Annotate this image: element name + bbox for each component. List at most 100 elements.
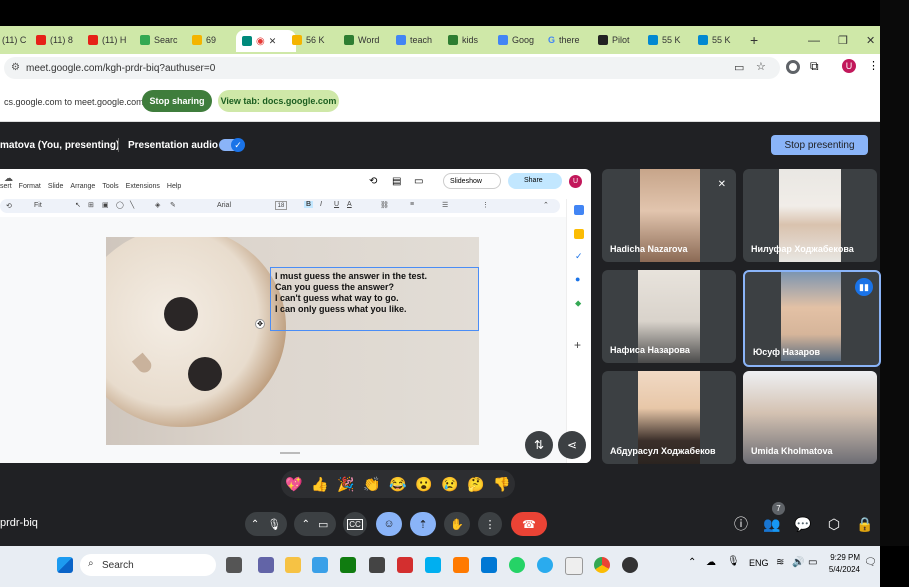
file-explorer-icon[interactable] (285, 557, 301, 573)
menu-item-insert[interactable]: sert (0, 183, 12, 195)
user-avatar[interactable]: U (569, 175, 582, 188)
shape-tool-icon[interactable]: ◯ (116, 201, 124, 209)
close-window-icon[interactable]: ✕ (866, 28, 875, 52)
share-button[interactable]: Share (508, 173, 562, 189)
chat-icon[interactable]: 💬 (792, 513, 814, 535)
add-addon-icon[interactable]: + (574, 338, 581, 352)
select-tool-icon[interactable]: ↖ (75, 201, 81, 209)
fill-color-icon[interactable]: ◈ (155, 201, 160, 209)
browser-tab[interactable]: Pilot (598, 28, 644, 52)
browser-tab-active[interactable]: ◉ ✕ (236, 30, 296, 52)
people-button[interactable]: 👥 (761, 513, 783, 535)
leave-call-button[interactable]: ☎ (511, 512, 547, 536)
activities-icon[interactable]: ⬡ (823, 513, 845, 535)
view-tab-button[interactable]: View tab: docs.google.com (218, 90, 339, 112)
edge-icon[interactable] (481, 557, 497, 573)
notifications-icon[interactable]: 🗨 (864, 557, 877, 568)
browser-tab[interactable]: kids (448, 28, 494, 52)
history-icon[interactable]: ⟲ (369, 176, 377, 187)
share-node-icon[interactable]: ⋖ (558, 431, 586, 459)
telegram-icon[interactable] (537, 557, 553, 573)
menu-item-help[interactable]: Help (167, 183, 181, 195)
menu-item-format[interactable]: Format (19, 183, 41, 195)
new-tab-icon[interactable]: + (750, 28, 764, 52)
reaction-clap-button[interactable]: 👏 (363, 476, 380, 493)
camera-icon[interactable]: ▭ (734, 61, 744, 74)
bookmark-star-icon[interactable]: ☆ (756, 60, 766, 73)
present-button[interactable]: ⇡ (410, 512, 436, 536)
minimize-icon[interactable]: — (808, 28, 820, 52)
chrome-icon[interactable] (594, 557, 610, 573)
reaction-laugh-button[interactable]: 😂 (389, 476, 406, 493)
xbox-icon[interactable] (340, 557, 356, 573)
align-icon[interactable]: ≡ (410, 201, 414, 208)
l-app-icon[interactable] (312, 557, 328, 573)
border-color-icon[interactable]: ✎ (170, 201, 176, 209)
profile-avatar[interactable]: U (842, 59, 856, 73)
browser-tab[interactable]: 69 (192, 28, 232, 52)
site-info-icon[interactable]: ⚙ (11, 62, 20, 73)
mcafee-icon[interactable] (397, 557, 413, 573)
browser-tab[interactable]: 56 K (292, 28, 338, 52)
font-select[interactable]: Arial (217, 202, 231, 209)
link-icon[interactable]: ⛓ (380, 201, 389, 209)
volume-icon[interactable]: 🔊 (792, 557, 804, 568)
captions-button[interactable]: CC (343, 512, 367, 536)
teams-icon[interactable] (258, 557, 274, 573)
slideshow-button[interactable]: Slideshow (443, 173, 501, 189)
reaction-party-button[interactable]: 🎉 (337, 476, 354, 493)
tray-chevron-icon[interactable]: ⌃ (688, 557, 696, 568)
presentation-audio-toggle[interactable]: ✓ (219, 138, 245, 152)
text-color-icon[interactable]: A (347, 201, 352, 208)
keep-icon[interactable] (574, 229, 584, 239)
tab-close-icon[interactable]: ✕ (269, 36, 277, 47)
chevron-up-icon[interactable]: ⌃ (251, 519, 259, 530)
move-handle-icon[interactable]: ✥ (255, 319, 265, 329)
explorer-window-icon[interactable] (565, 557, 583, 575)
comment-icon[interactable]: ▤ (392, 176, 401, 187)
browser-tab[interactable]: Word (344, 28, 390, 52)
image-tool-icon[interactable]: ▣ (102, 201, 109, 209)
store-icon[interactable] (369, 557, 385, 573)
menu-item-extensions[interactable]: Extensions (126, 183, 160, 195)
participant-tile[interactable]: Нафиса Назарова (602, 270, 736, 363)
reaction-heart-button[interactable]: 💖 (285, 476, 302, 493)
menu-item-arrange[interactable]: Arrange (70, 183, 95, 195)
reaction-thinking-button[interactable]: 🤔 (467, 476, 484, 493)
language-indicator[interactable]: ENG (749, 558, 769, 568)
collapse-chevron-icon[interactable]: ⌃ (543, 201, 549, 209)
italic-button[interactable]: I (320, 201, 322, 208)
participant-tile[interactable]: ✕ Hadicha Nazarova (602, 169, 736, 262)
browser-tab[interactable]: Goog (498, 28, 544, 52)
browser-tab[interactable]: teach (396, 28, 442, 52)
camera-app-icon[interactable] (622, 557, 638, 573)
browser-tab[interactable]: (11) C (2, 28, 30, 52)
extensions-puzzle-icon[interactable]: ⧉ (810, 59, 819, 74)
bold-button[interactable]: B (304, 201, 314, 208)
skype-icon[interactable] (425, 557, 441, 573)
textbox-tool-icon[interactable]: ⊞ (88, 201, 94, 209)
mic-tray-icon[interactable]: 🎙 (727, 556, 740, 567)
battery-icon[interactable]: ▭ (808, 557, 817, 568)
emoji-button[interactable]: ☺ (376, 512, 402, 536)
menu-kebab-icon[interactable]: ⋮ (868, 59, 879, 72)
browser-tab[interactable]: 55 K (648, 28, 694, 52)
browser-tab[interactable]: Gthere (548, 28, 594, 52)
raise-hand-button[interactable]: ✋ (444, 512, 470, 536)
reaction-thumbs-up-button[interactable]: 👍 (311, 476, 328, 493)
reaction-thumbs-down-button[interactable]: 👎 (493, 476, 510, 493)
menu-item-slide[interactable]: Slide (48, 183, 64, 195)
extension-icon[interactable] (786, 60, 800, 74)
list-icon[interactable]: ☰ (442, 201, 448, 209)
meet-camera-icon[interactable]: ▭ (414, 176, 423, 187)
browser-tab[interactable]: (11) 8 (36, 28, 82, 52)
taskbar-search[interactable]: ⌕ Search (80, 554, 216, 576)
whatsapp-icon[interactable] (509, 557, 525, 573)
browser-tab[interactable]: (11) H (88, 28, 134, 52)
task-view-icon[interactable] (226, 557, 242, 573)
contacts-icon[interactable]: ● (575, 274, 580, 284)
participant-tile[interactable]: Нилуфар Ходжабекова (743, 169, 877, 262)
swap-layout-icon[interactable]: ⇅ (525, 431, 553, 459)
browser-tab[interactable]: Searc (140, 28, 186, 52)
tasks-icon[interactable]: ✓ (575, 251, 583, 262)
